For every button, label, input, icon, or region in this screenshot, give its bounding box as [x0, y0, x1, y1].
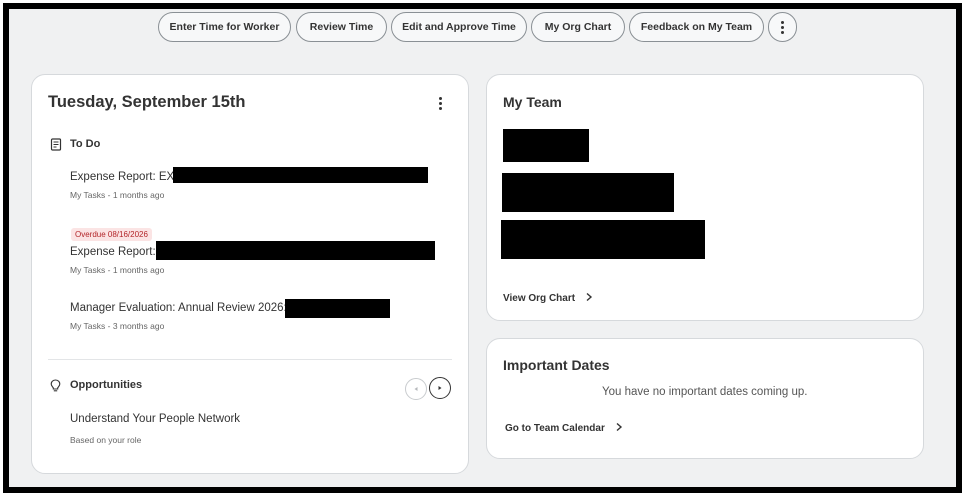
my-org-chart-button[interactable]: My Org Chart — [531, 12, 625, 42]
task-title[interactable]: Manager Evaluation: Annual Review 2026: — [70, 302, 287, 314]
redaction-block — [285, 299, 390, 318]
task-title[interactable]: Expense Report: — [70, 246, 156, 258]
chevron-right-icon — [616, 422, 622, 432]
page-date-title: Tuesday, September 15th — [48, 93, 246, 111]
task-meta: My Tasks - 1 months ago — [70, 265, 165, 275]
chevron-right-icon — [586, 292, 592, 302]
enter-time-for-worker-button[interactable]: Enter Time for Worker — [158, 12, 291, 42]
redaction-block — [173, 167, 428, 183]
redaction-block — [503, 129, 589, 162]
more-actions-button[interactable] — [768, 12, 797, 42]
view-org-chart-link[interactable]: View Org Chart — [503, 292, 594, 304]
task-meta: My Tasks - 1 months ago — [70, 190, 165, 200]
view-org-chart-label: View Org Chart — [503, 293, 576, 304]
go-to-team-calendar-label: Go to Team Calendar — [505, 423, 605, 434]
redaction-block — [156, 241, 435, 260]
task-title[interactable]: Expense Report: EX- — [70, 171, 178, 183]
chevron-right-icon — [438, 386, 442, 390]
section-divider — [48, 359, 452, 360]
redaction-block — [501, 220, 705, 259]
lightbulb-icon — [50, 379, 61, 397]
next-button[interactable] — [429, 377, 451, 399]
chevron-left-icon — [414, 387, 418, 391]
todo-section-label: To Do — [70, 138, 101, 150]
previous-button[interactable] — [405, 378, 427, 400]
opportunity-title[interactable]: Understand Your People Network — [70, 413, 240, 425]
edit-and-approve-time-button[interactable]: Edit and Approve Time — [391, 12, 527, 42]
opportunity-meta: Based on your role — [70, 435, 142, 445]
my-team-title: My Team — [503, 94, 562, 110]
overdue-badge: Overdue 08/16/2026 — [71, 228, 152, 241]
empty-dates-message: You have no important dates coming up. — [602, 386, 808, 398]
redaction-block — [502, 173, 674, 212]
more-vertical-icon — [781, 19, 784, 36]
feedback-on-my-team-button[interactable]: Feedback on My Team — [629, 12, 764, 42]
important-dates-title: Important Dates — [503, 357, 610, 373]
review-time-button[interactable]: Review Time — [296, 12, 387, 42]
card-options-icon[interactable] — [436, 95, 444, 112]
go-to-team-calendar-link[interactable]: Go to Team Calendar — [505, 422, 624, 434]
task-meta: My Tasks - 3 months ago — [70, 321, 165, 331]
opportunities-label: Opportunities — [70, 379, 143, 391]
clipboard-list-icon — [50, 138, 62, 156]
